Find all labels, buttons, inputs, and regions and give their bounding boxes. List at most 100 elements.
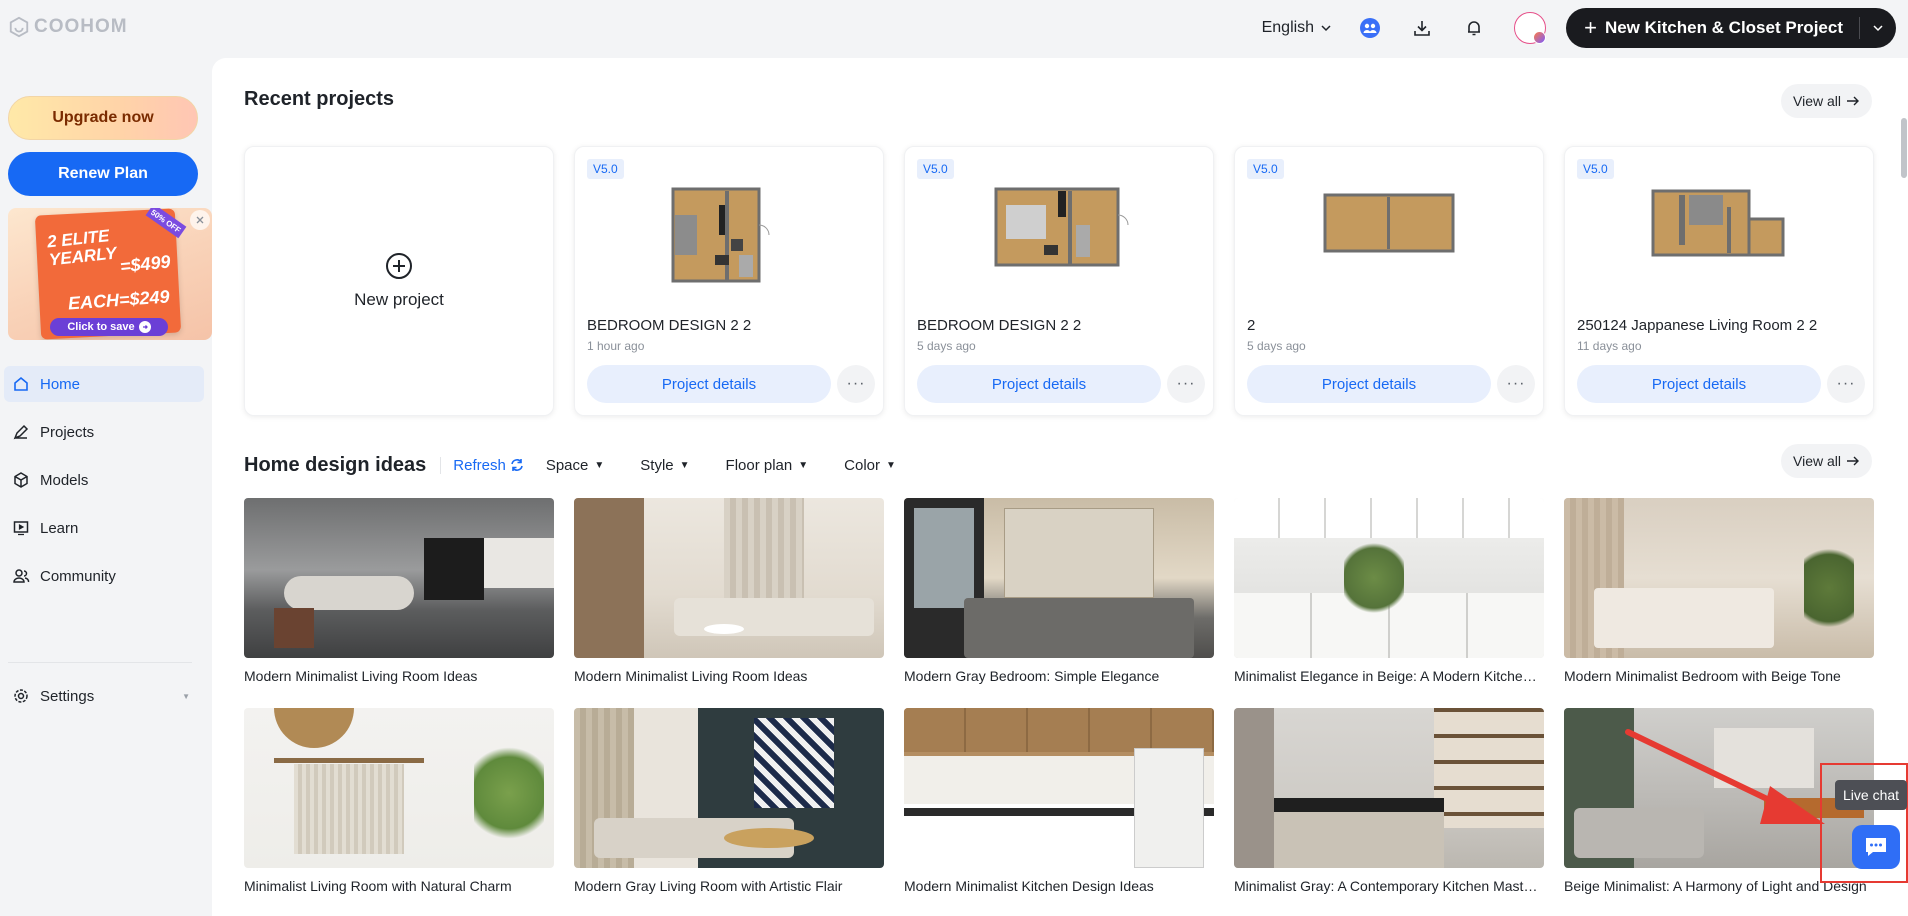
more-icon: ···: [1836, 375, 1856, 392]
chevron-down-icon: [1321, 25, 1331, 32]
brand-logo[interactable]: COOHOM: [8, 16, 128, 38]
project-details-button[interactable]: Project details: [1577, 365, 1821, 403]
live-chat-tooltip: Live chat: [1835, 780, 1908, 810]
idea-image[interactable]: [244, 498, 554, 658]
ideas-toolbar: Home design ideas Refresh Space ▼ Style ▼ …: [244, 448, 932, 482]
project-card[interactable]: V5.0 BEDROOM DESIGN 2 2 1 hour ago Proje…: [574, 146, 884, 416]
project-time: 5 days ago: [917, 339, 976, 353]
idea-card[interactable]: Modern Minimalist Living Room Ideas: [244, 498, 554, 684]
project-card[interactable]: V5.0 BEDROOM DESIGN 2 2 5 days ago Proje…: [904, 146, 1214, 416]
promo-cta[interactable]: Click to save: [50, 318, 168, 336]
more-options-button[interactable]: ···: [837, 365, 875, 403]
idea-image[interactable]: [244, 708, 554, 868]
gear-icon: [14, 689, 28, 703]
version-badge: V5.0: [1247, 159, 1284, 179]
sidebar-item-settings[interactable]: Settings ▼: [4, 678, 204, 714]
sidebar-item-models[interactable]: Models: [4, 462, 204, 498]
live-chat-button[interactable]: [1852, 825, 1900, 869]
main-scrollbar[interactable]: [1900, 118, 1908, 578]
idea-card[interactable]: Modern Gray Living Room with Artistic Fl…: [574, 708, 884, 894]
floorplan-thumbnail: [1651, 189, 1785, 257]
project-name: BEDROOM DESIGN 2 2: [917, 317, 1082, 334]
idea-image[interactable]: [904, 498, 1214, 658]
cube-icon: [14, 472, 28, 488]
brand-name: COOHOM: [34, 16, 128, 37]
idea-image[interactable]: [574, 498, 884, 658]
filter-style[interactable]: Style ▼: [640, 457, 689, 474]
language-selector[interactable]: English: [1262, 19, 1332, 37]
project-time: 11 days ago: [1577, 339, 1642, 353]
project-details-button[interactable]: Project details: [587, 365, 831, 403]
caret-down-icon: ▼: [594, 459, 605, 471]
version-badge: V5.0: [1577, 159, 1614, 179]
more-icon: ···: [1176, 375, 1196, 392]
filter-space[interactable]: Space ▼: [546, 457, 604, 474]
new-project-card[interactable]: New project: [244, 146, 554, 416]
sidebar-item-projects[interactable]: Projects: [4, 414, 204, 450]
project-name: 2: [1247, 317, 1256, 334]
new-project-button-label: New Kitchen & Closet Project: [1604, 18, 1843, 37]
idea-card[interactable]: Modern Minimalist Living Room Ideas: [574, 498, 884, 684]
floorplan-thumbnail: [1323, 193, 1455, 253]
idea-caption: Minimalist Living Room with Natural Char…: [244, 878, 512, 894]
idea-image[interactable]: [904, 708, 1214, 868]
project-card[interactable]: V5.0 2 5 days ago Project details ···: [1234, 146, 1544, 416]
more-options-button[interactable]: ···: [1827, 365, 1865, 403]
idea-image[interactable]: [1234, 708, 1544, 868]
project-details-button[interactable]: Project details: [1247, 365, 1491, 403]
more-options-button[interactable]: ···: [1167, 365, 1205, 403]
idea-image[interactable]: [1564, 498, 1874, 658]
refresh-button[interactable]: Refresh: [440, 456, 524, 474]
ideas-view-all-button[interactable]: View all: [1781, 444, 1872, 478]
filter-color[interactable]: Color ▼: [844, 457, 896, 474]
idea-card[interactable]: Modern Gray Bedroom: Simple Elegance: [904, 498, 1214, 684]
idea-caption: Modern Minimalist Kitchen Design Ideas: [904, 878, 1154, 894]
more-icon: ···: [846, 375, 866, 392]
floorplan-thumbnail: [994, 187, 1129, 267]
idea-card[interactable]: Minimalist Living Room with Natural Char…: [244, 708, 554, 894]
user-avatar[interactable]: [1514, 12, 1547, 44]
caret-down-icon: ▼: [679, 459, 690, 471]
project-card[interactable]: V5.0 250124 Jappanese Living Room 2 2 11…: [1564, 146, 1874, 416]
caret-down-icon: ▼: [798, 459, 809, 471]
caret-down-icon: ▼: [182, 691, 190, 701]
idea-card[interactable]: Modern Minimalist Bedroom with Beige Ton…: [1564, 498, 1874, 684]
promo-close-button[interactable]: [190, 210, 210, 230]
filter-floor-plan[interactable]: Floor plan ▼: [726, 457, 809, 474]
project-name: BEDROOM DESIGN 2 2: [587, 317, 752, 334]
coohom-logo-icon: [9, 16, 29, 38]
recent-view-all-button[interactable]: View all: [1781, 84, 1872, 118]
team-button[interactable]: [1358, 16, 1382, 40]
home-design-ideas-title: Home design ideas: [244, 453, 427, 476]
idea-image[interactable]: [574, 708, 884, 868]
plus-circle-icon: [386, 253, 412, 279]
notifications-button[interactable]: [1462, 16, 1486, 40]
promo-banner[interactable]: 50% OFF 2 ELITE YEARLY =$499 EACH=$249 C…: [8, 208, 212, 340]
more-options-button[interactable]: ···: [1497, 365, 1535, 403]
renew-plan-button[interactable]: Renew Plan: [8, 152, 198, 196]
language-label: English: [1261, 19, 1315, 36]
new-project-dropdown[interactable]: [1860, 22, 1896, 34]
upgrade-now-button[interactable]: Upgrade now: [8, 96, 198, 140]
idea-caption: Minimalist Gray: A Contemporary Kitchen …: [1234, 878, 1544, 894]
new-kitchen-closet-project-button[interactable]: + New Kitchen & Closet Project: [1566, 8, 1896, 48]
chat-icon: [1866, 838, 1886, 856]
recent-projects-list: New project V5.0 BEDROOM DESIGN 2 2 1 ho…: [244, 146, 1884, 418]
download-button[interactable]: [1410, 16, 1434, 40]
idea-caption: Modern Minimalist Living Room Ideas: [574, 668, 808, 684]
team-icon: [1360, 18, 1381, 38]
learn-icon: [13, 521, 29, 536]
idea-card[interactable]: Modern Minimalist Kitchen Design Ideas: [904, 708, 1214, 894]
sidebar-item-learn[interactable]: Learn: [4, 510, 204, 546]
idea-card[interactable]: Minimalist Gray: A Contemporary Kitchen …: [1234, 708, 1544, 894]
sidebar-item-home[interactable]: Home: [4, 366, 204, 402]
scrollbar-thumb[interactable]: [1901, 118, 1907, 178]
project-details-button[interactable]: Project details: [917, 365, 1161, 403]
project-name: 250124 Jappanese Living Room 2 2: [1577, 317, 1818, 334]
idea-card[interactable]: Minimalist Elegance in Beige: A Modern K…: [1234, 498, 1544, 684]
idea-image[interactable]: [1234, 498, 1544, 658]
sidebar-item-community[interactable]: Community: [4, 558, 204, 594]
idea-caption: Modern Gray Bedroom: Simple Elegance: [904, 668, 1160, 684]
version-badge: V5.0: [587, 159, 624, 179]
recent-projects-title: Recent projects: [244, 88, 395, 110]
